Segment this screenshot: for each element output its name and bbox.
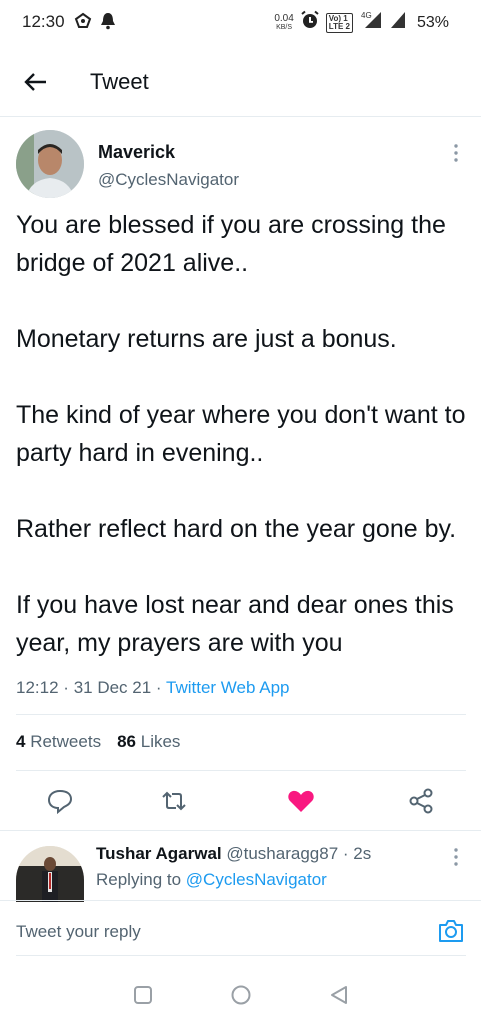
volte-badge: Vo) 1 LTE 2 [325, 12, 353, 33]
more-vertical-icon [448, 848, 464, 872]
arrow-left-icon [22, 73, 50, 100]
retweet-icon [159, 791, 189, 820]
reply-more-options-button[interactable] [448, 846, 464, 868]
divider [0, 900, 481, 901]
page-title: Tweet [90, 69, 149, 94]
tweet-paragraph: Monetary returns are just a bonus. [16, 325, 397, 353]
retweet-button[interactable] [159, 786, 189, 816]
reply-author-name[interactable]: Tushar Agarwal [96, 844, 222, 863]
divider [0, 116, 481, 117]
tweet-text: You are blessed if you are crossing the … [16, 206, 466, 662]
likes-stat[interactable]: 86 Likes [117, 732, 180, 752]
system-nav-bar [0, 970, 481, 1023]
circle-icon [228, 985, 254, 1012]
alarm-icon [300, 10, 320, 35]
tweet-source-link[interactable]: Twitter Web App [166, 678, 289, 697]
share-button[interactable] [406, 786, 436, 816]
divider [0, 830, 481, 831]
avatar[interactable] [16, 130, 84, 198]
triangle-back-icon [326, 986, 352, 1012]
recents-button[interactable] [130, 982, 156, 1008]
reply-header: Tushar Agarwal @tusharagg87 · 2s [96, 844, 372, 863]
author-handle[interactable]: @CyclesNavigator [98, 170, 239, 190]
tweet-time: 12:12 [16, 678, 59, 697]
heart-icon [286, 790, 316, 820]
tweet-date: 31 Dec 21 [73, 678, 152, 697]
divider [16, 955, 466, 956]
comment-icon [45, 789, 75, 820]
back-nav-button[interactable] [326, 982, 352, 1008]
divider [16, 770, 466, 771]
battery-percentage: 53% [416, 13, 449, 31]
camera-icon [436, 920, 466, 950]
reply-time: 2s [353, 844, 372, 863]
tweet-paragraph: You are blessed if you are crossing the … [16, 211, 446, 277]
replying-to-mention[interactable]: @CyclesNavigator [186, 870, 327, 889]
share-icon [406, 788, 436, 820]
signal-icon: 4G [359, 10, 383, 35]
like-button[interactable] [286, 786, 316, 816]
signal-icon-2 [389, 10, 407, 35]
back-button[interactable] [22, 68, 50, 96]
retweets-stat[interactable]: 4 Retweets [16, 732, 101, 752]
tweet-paragraph: If you have lost near and dear ones this… [16, 591, 454, 657]
reply-button[interactable] [45, 786, 75, 816]
square-icon [130, 986, 156, 1012]
reply-author-handle[interactable]: @tusharagg87 [226, 844, 338, 863]
tweet-actions [0, 784, 481, 818]
tweet-paragraph: Rather reflect hard on the year gone by. [16, 515, 457, 543]
reply-avatar[interactable] [16, 846, 84, 902]
tweet-metadata: 12:12 · 31 Dec 21 · Twitter Web App [16, 678, 290, 697]
author-name[interactable]: Maverick [98, 142, 175, 163]
hotspot-icon [74, 12, 92, 35]
status-time: 12:30 [22, 12, 65, 31]
tweet-paragraph: The kind of year where you don't want to… [16, 401, 466, 467]
divider [16, 714, 466, 715]
replying-to: Replying to @CyclesNavigator [96, 870, 327, 889]
reply-input[interactable] [16, 916, 416, 948]
camera-button[interactable] [436, 916, 466, 946]
home-button[interactable] [228, 982, 254, 1008]
network-speed: 0.04 KB/S [274, 12, 294, 31]
notification-bell-icon [100, 12, 116, 35]
more-vertical-icon [448, 144, 464, 168]
svg-text:4G: 4G [361, 11, 372, 20]
status-bar: 12:30 0.04 KB/S Vo) 1 LTE 2 4G 53% [0, 0, 481, 46]
tweet-stats: 4 Retweets 86 Likes [16, 732, 180, 752]
app-header: Tweet [0, 56, 481, 108]
more-options-button[interactable] [448, 142, 464, 164]
